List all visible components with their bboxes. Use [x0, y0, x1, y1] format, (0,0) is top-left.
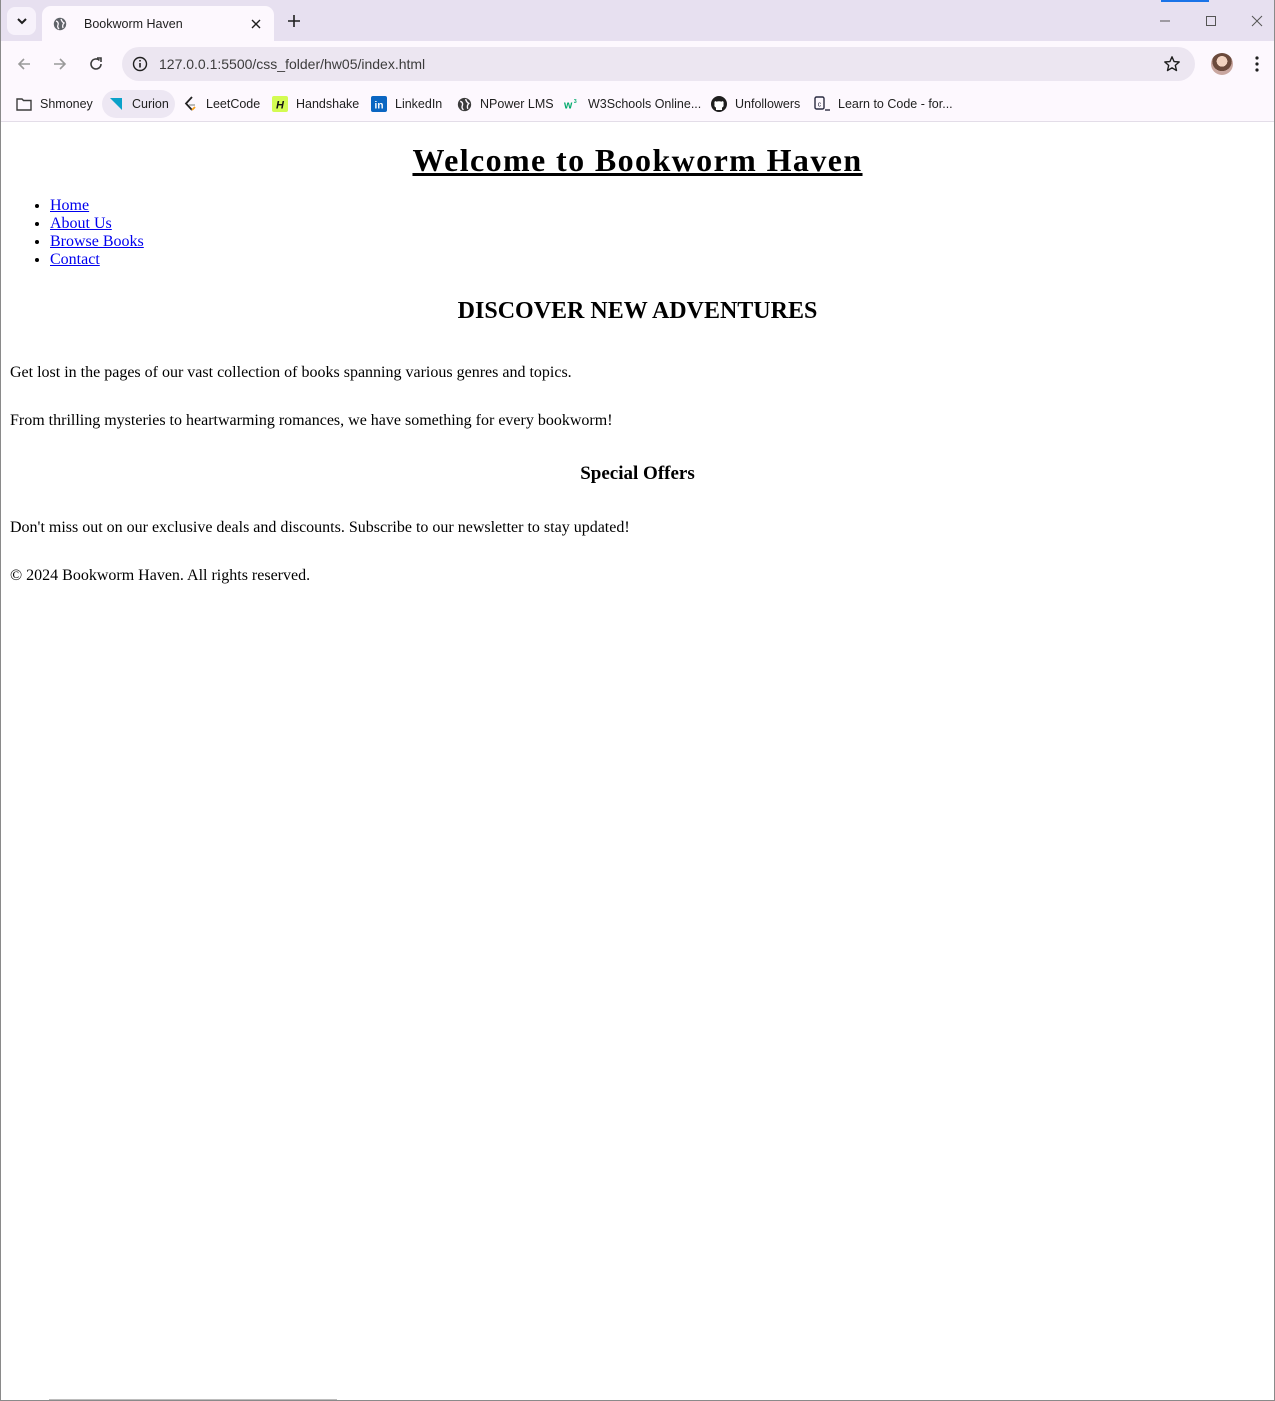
new-tab-button[interactable] — [282, 9, 306, 33]
back-button[interactable] — [9, 49, 39, 79]
bookmark-label: Handshake — [296, 97, 360, 111]
reload-button[interactable] — [81, 49, 111, 79]
curion-logo-icon — [108, 96, 124, 112]
svg-text:3: 3 — [574, 99, 577, 105]
bookmark-label: Shmoney — [40, 97, 93, 111]
bookmark-freecodecamp[interactable]: c Learn to Code - for... — [808, 90, 959, 118]
tab-search-button[interactable] — [7, 7, 36, 35]
minimize-icon — [1160, 20, 1170, 21]
plus-icon — [288, 15, 300, 27]
site-nav: Home About Us Browse Books Contact — [10, 197, 144, 269]
maximize-button[interactable] — [1188, 0, 1234, 41]
bookmark-npower[interactable]: NPower LMS — [450, 90, 560, 118]
page-title: Welcome to Bookworm Haven — [412, 142, 863, 178]
folder-icon — [16, 96, 32, 112]
close-window-button[interactable] — [1234, 0, 1274, 41]
bookmark-label: Unfollowers — [735, 97, 801, 111]
bookmark-curion[interactable]: Curion — [102, 90, 175, 118]
bookmark-label: Curion — [132, 97, 169, 111]
leetcode-icon — [182, 96, 198, 112]
bookmarks-bar: Shmoney Curion LeetCode H Handshake in L… — [1, 86, 1274, 122]
menu-button[interactable] — [1247, 53, 1267, 75]
special-offers-heading: Special Offers — [580, 463, 695, 484]
handshake-icon: H — [272, 96, 288, 112]
nav-item-about: About Us — [50, 215, 144, 233]
bookmark-label: LeetCode — [206, 97, 261, 111]
bookmark-label: NPower LMS — [480, 97, 554, 111]
web-page: Welcome to Bookworm Haven Home About Us … — [1, 122, 1274, 1400]
more-vert-icon — [1255, 56, 1259, 72]
close-icon[interactable] — [248, 16, 264, 32]
tab-title: Bookworm Haven — [84, 16, 183, 31]
profile-avatar[interactable] — [1211, 53, 1233, 75]
maximize-icon — [1206, 15, 1216, 26]
section-heading: DISCOVER NEW ADVENTURES — [457, 298, 818, 324]
footer-text: © 2024 Bookworm Haven. All rights reserv… — [10, 567, 311, 584]
nav-link-home[interactable]: Home — [50, 197, 89, 214]
browser-toolbar: 127.0.0.1:5500/css_folder/hw05/index.htm… — [1, 41, 1274, 86]
bookmark-handshake[interactable]: H Handshake — [266, 90, 365, 118]
globe-icon — [52, 16, 68, 32]
nav-item-contact: Contact — [50, 251, 144, 269]
nav-link-browse-books[interactable]: Browse Books — [50, 233, 144, 250]
address-bar[interactable]: 127.0.0.1:5500/css_folder/hw05/index.htm… — [122, 47, 1195, 81]
arrow-left-icon — [17, 58, 30, 70]
bookmark-leetcode[interactable]: LeetCode — [176, 90, 266, 118]
svg-text:H: H — [276, 100, 285, 112]
bookmark-label: Learn to Code - for... — [838, 97, 953, 111]
bookmark-label: LinkedIn — [395, 97, 443, 111]
nav-item-browse: Browse Books — [50, 233, 144, 251]
reload-icon — [90, 57, 102, 70]
nav-link-contact[interactable]: Contact — [50, 251, 100, 268]
intro-paragraph: Get lost in the pages of our vast collec… — [10, 364, 572, 381]
tab-active[interactable]: Bookworm Haven — [42, 6, 274, 41]
svg-text:in: in — [375, 101, 384, 112]
forward-button[interactable] — [45, 49, 75, 79]
nav-link-about[interactable]: About Us — [50, 215, 112, 232]
genres-paragraph: From thrilling mysteries to heartwarming… — [10, 412, 613, 429]
w3schools-icon: w3 — [564, 96, 580, 112]
linkedin-icon: in — [371, 96, 387, 112]
bookmark-unfollowers[interactable]: Unfollowers — [705, 90, 806, 118]
url-text[interactable]: 127.0.0.1:5500/css_folder/hw05/index.htm… — [159, 56, 425, 72]
arrow-right-icon — [54, 58, 67, 70]
minimize-button[interactable] — [1142, 0, 1188, 41]
offers-paragraph: Don't miss out on our exclusive deals an… — [10, 519, 630, 536]
star-icon[interactable] — [1163, 55, 1181, 73]
tab-strip: Bookworm Haven — [1, 0, 1274, 41]
github-icon — [711, 96, 727, 112]
site-info-icon[interactable] — [131, 55, 149, 73]
bookmark-linkedin[interactable]: in LinkedIn — [365, 90, 448, 118]
close-icon — [1251, 15, 1263, 26]
globe-icon — [456, 96, 472, 112]
svg-text:c: c — [818, 102, 822, 109]
bookmark-shmoney[interactable]: Shmoney — [10, 90, 99, 118]
nav-item-home: Home — [50, 197, 144, 215]
browser-window: Bookworm Haven 127.0.0.1:5500/css_folder… — [0, 0, 1275, 1401]
freecodecamp-icon: c — [814, 96, 830, 112]
bookmark-w3schools[interactable]: w3 W3Schools Online... — [558, 90, 707, 118]
bookmark-label: W3Schools Online... — [588, 97, 702, 111]
chevron-down-icon — [16, 18, 27, 25]
svg-text:w: w — [564, 99, 573, 111]
